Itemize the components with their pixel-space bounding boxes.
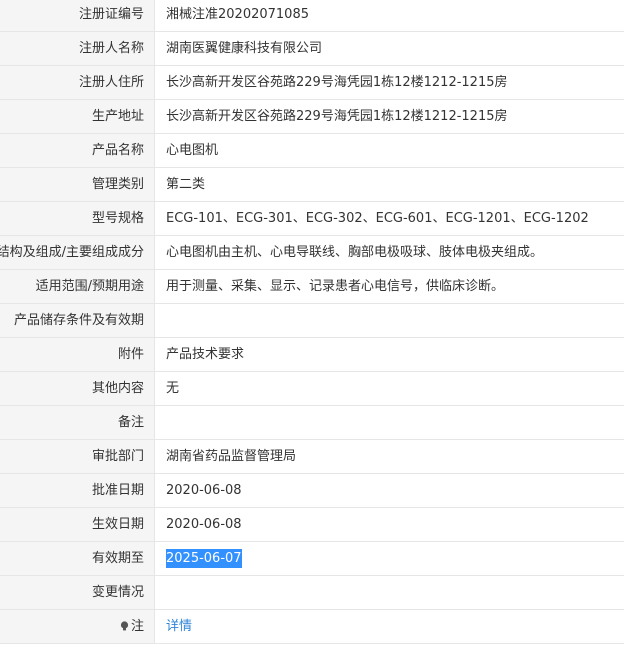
row-value xyxy=(155,406,624,439)
row-value: 湘械注准20202071085 xyxy=(155,0,624,31)
row-value: 湖南省药品监督管理局 xyxy=(155,440,624,473)
row-remarks: 备注 xyxy=(0,406,624,440)
row-value: 长沙高新开发区谷苑路229号海凭园1栋12楼1212-1215房 xyxy=(155,66,624,99)
row-label: 其他内容 xyxy=(0,372,155,405)
row-production-address: 生产地址 长沙高新开发区谷苑路229号海凭园1栋12楼1212-1215房 xyxy=(0,100,624,134)
row-value[interactable]: 2025-06-07 xyxy=(155,542,624,575)
row-intended-use: 适用范围/预期用途 用于测量、采集、显示、记录患者心电信号，供临床诊断。 xyxy=(0,270,624,304)
row-value: ECG-101、ECG-301、ECG-302、ECG-601、ECG-1201… xyxy=(155,202,624,235)
row-registration-number: 注册证编号 湘械注准20202071085 xyxy=(0,0,624,32)
row-other-content: 其他内容 无 xyxy=(0,372,624,406)
row-valid-until: 有效期至 2025-06-07 xyxy=(0,542,624,576)
row-registrant-name: 注册人名称 湖南医翼健康科技有限公司 xyxy=(0,32,624,66)
row-value: 湖南医翼健康科技有限公司 xyxy=(155,32,624,65)
row-value: 产品技术要求 xyxy=(155,338,624,371)
row-effective-date: 生效日期 2020-06-08 xyxy=(0,508,624,542)
row-label: 产品储存条件及有效期 xyxy=(0,304,155,337)
row-structure-composition: 结构及组成/主要组成成分 心电图机由主机、心电导联线、胸部电极吸球、肢体电极夹组… xyxy=(0,236,624,270)
row-management-category: 管理类别 第二类 xyxy=(0,168,624,202)
row-label: 产品名称 xyxy=(0,134,155,167)
registration-detail-sheet: 注册证编号 湘械注准20202071085 注册人名称 湖南医翼健康科技有限公司… xyxy=(0,0,624,648)
details-link[interactable]: 详情 xyxy=(166,619,192,634)
row-label: 生产地址 xyxy=(0,100,155,133)
row-label: 变更情况 xyxy=(0,576,155,609)
row-storage-validity: 产品储存条件及有效期 xyxy=(0,304,624,338)
row-label: 生效日期 xyxy=(0,508,155,541)
row-model-spec: 型号规格 ECG-101、ECG-301、ECG-302、ECG-601、ECG… xyxy=(0,202,624,236)
row-approval-date: 批准日期 2020-06-08 xyxy=(0,474,624,508)
row-note: 注 详情 xyxy=(0,610,624,644)
row-value: 第二类 xyxy=(155,168,624,201)
row-value: 无 xyxy=(155,372,624,405)
row-attachment: 附件 产品技术要求 xyxy=(0,338,624,372)
row-label: 适用范围/预期用途 xyxy=(0,270,155,303)
selected-text[interactable]: 2025-06-07 xyxy=(166,549,242,568)
row-approval-department: 审批部门 湖南省药品监督管理局 xyxy=(0,440,624,474)
row-product-name: 产品名称 心电图机 xyxy=(0,134,624,168)
row-change-status: 变更情况 xyxy=(0,576,624,610)
lightbulb-icon xyxy=(120,621,129,631)
row-label: 管理类别 xyxy=(0,168,155,201)
row-label: 注册证编号 xyxy=(0,0,155,31)
row-label: 备注 xyxy=(0,406,155,439)
row-value: 2020-06-08 xyxy=(155,508,624,541)
row-label: 有效期至 xyxy=(0,542,155,575)
row-value xyxy=(155,304,624,337)
row-label: 结构及组成/主要组成成分 xyxy=(0,236,155,269)
row-label: 注册人名称 xyxy=(0,32,155,65)
row-value: 用于测量、采集、显示、记录患者心电信号，供临床诊断。 xyxy=(155,270,624,303)
row-value: 2020-06-08 xyxy=(155,474,624,507)
row-label: 批准日期 xyxy=(0,474,155,507)
row-value: 心电图机由主机、心电导联线、胸部电极吸球、肢体电极夹组成。 xyxy=(155,236,624,269)
detail-table: 注册证编号 湘械注准20202071085 注册人名称 湖南医翼健康科技有限公司… xyxy=(0,0,624,644)
row-label: 注册人住所 xyxy=(0,66,155,99)
row-registrant-address: 注册人住所 长沙高新开发区谷苑路229号海凭园1栋12楼1212-1215房 xyxy=(0,66,624,100)
row-label: 注 xyxy=(0,610,155,643)
row-label: 附件 xyxy=(0,338,155,371)
row-label: 审批部门 xyxy=(0,440,155,473)
row-value: 心电图机 xyxy=(155,134,624,167)
row-label: 型号规格 xyxy=(0,202,155,235)
row-value xyxy=(155,576,624,609)
row-value: 长沙高新开发区谷苑路229号海凭园1栋12楼1212-1215房 xyxy=(155,100,624,133)
row-value: 详情 xyxy=(155,610,624,643)
